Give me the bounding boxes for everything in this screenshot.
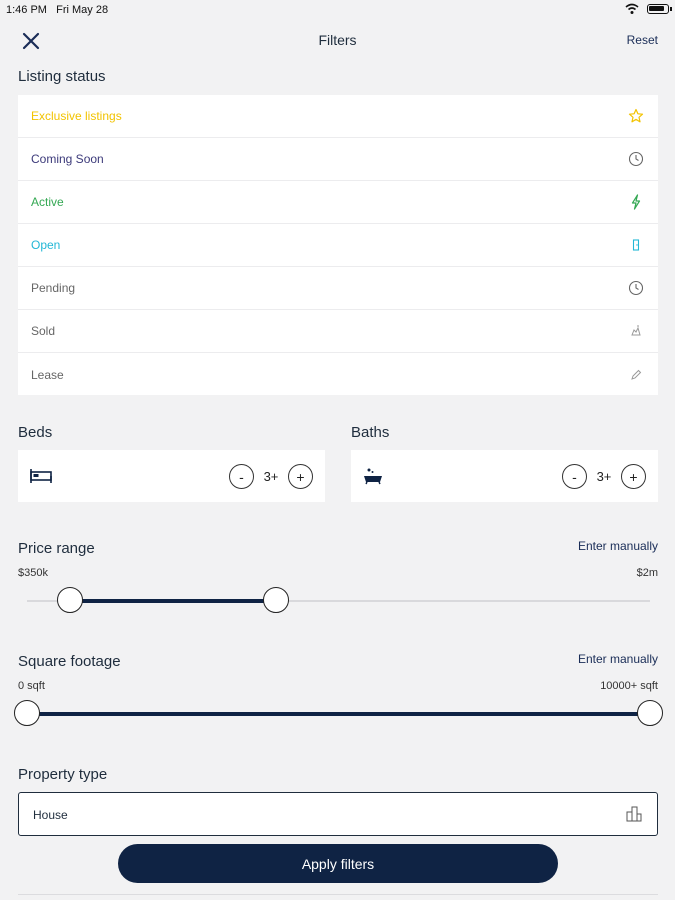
property-type-select[interactable]: House [18,792,658,836]
price-enter-manually-link[interactable]: Enter manually [578,539,658,553]
clock-icon [627,150,645,168]
price-min-handle[interactable] [57,587,83,613]
status-row-lease[interactable]: Lease [18,353,658,396]
sqft-min-label: 0 sqft [18,680,45,692]
clock-icon [627,279,645,297]
page-title: Filters [318,32,357,48]
bed-icon [30,469,52,483]
status-row-coming-soon[interactable]: Coming Soon [18,138,658,181]
baths-card: - 3+ + [351,450,658,502]
listing-status-title: Listing status [18,68,106,85]
status-time: 1:46 PM Fri May 28 [6,4,108,16]
listing-status-list: Exclusive listings Coming Soon Active Op… [18,95,658,395]
price-slider-fill [70,599,276,603]
baths-decrement-button[interactable]: - [562,464,587,489]
divider [18,894,658,895]
price-range-title: Price range [18,540,95,557]
status-label: Exclusive listings [31,109,122,123]
status-label: Pending [31,281,76,295]
baths-value: 3+ [596,469,612,484]
baths-title: Baths [351,424,390,441]
bathtub-icon [364,468,382,485]
status-row-sold[interactable]: Sold [18,310,658,353]
status-label: Active [31,195,64,209]
status-row-open[interactable]: Open [18,224,658,267]
price-min-label: $350k [18,567,48,579]
baths-stepper: - 3+ + [562,464,646,489]
status-row-exclusive[interactable]: Exclusive listings [18,95,658,138]
lightning-icon [627,193,645,211]
status-label: Sold [31,324,56,338]
status-label: Open [31,238,61,252]
beds-title: Beds [18,424,53,441]
property-type-title: Property type [18,766,108,783]
beds-stepper: - 3+ + [229,464,313,489]
baths-increment-button[interactable]: + [621,464,646,489]
property-type-value: House [33,808,68,822]
price-max-handle[interactable] [263,587,289,613]
sqft-max-label: 10000+ sqft [600,680,658,692]
status-label: Coming Soon [31,152,104,166]
status-bar: 1:46 PM Fri May 28 [0,0,675,20]
beds-decrement-button[interactable]: - [229,464,254,489]
wifi-icon [625,3,639,14]
square-footage-title: Square footage [18,653,121,670]
date-text: Fri May 28 [56,4,109,16]
buildings-icon [626,806,642,822]
nav-bar: Filters Reset [0,22,675,58]
beds-card: - 3+ + [18,450,325,502]
reset-button[interactable]: Reset [627,33,658,47]
door-icon [627,236,645,254]
battery-icon [647,4,672,14]
status-indicators [625,3,672,15]
beds-increment-button[interactable]: + [288,464,313,489]
pen-icon [627,366,645,384]
sold-icon [627,322,645,340]
sqft-max-handle[interactable] [637,700,663,726]
status-label: Lease [31,367,64,382]
sqft-slider-fill [27,712,650,716]
price-max-label: $2m [636,567,658,579]
sqft-enter-manually-link[interactable]: Enter manually [578,652,658,666]
star-icon [627,107,645,125]
status-row-pending[interactable]: Pending [18,267,658,310]
beds-value: 3+ [263,469,279,484]
time-text: 1:46 PM [6,4,47,16]
sqft-min-handle[interactable] [14,700,40,726]
status-row-active[interactable]: Active [18,181,658,224]
apply-filters-button[interactable]: Apply filters [118,844,558,883]
